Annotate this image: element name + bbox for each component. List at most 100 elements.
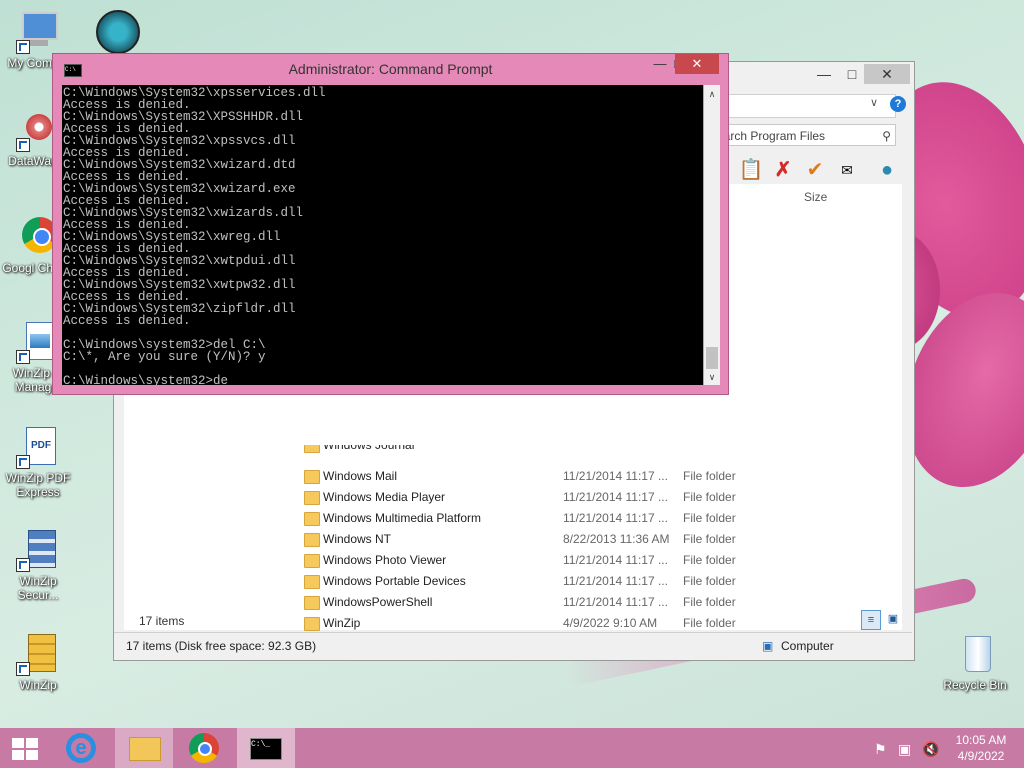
app-icon xyxy=(96,10,140,54)
cmd-vertical-scrollbar[interactable]: ∧ ∨ xyxy=(704,85,720,385)
flag-icon[interactable]: ⚑ xyxy=(874,741,887,758)
network-icon[interactable]: ▣ xyxy=(898,741,911,758)
shortcut-arrow-icon xyxy=(16,350,30,364)
desktop-icon-winzip-secure[interactable]: WinZip Secur... xyxy=(0,528,76,602)
row-date: 11/21/2014 11:17 ... xyxy=(563,574,668,588)
console-text: C:\Windows\System32\xpsservices.dll Acce… xyxy=(63,86,326,385)
taskbar: e C:\_ ⚑ ▣ 🔇 10:05 AM 4/9/2022 xyxy=(0,728,1024,768)
row-name: Windows Portable Devices xyxy=(323,574,466,588)
column-header-size[interactable]: Size xyxy=(804,190,827,204)
row-name: Windows Multimedia Platform xyxy=(323,511,482,525)
row-type: File folder xyxy=(683,553,736,567)
folder-icon xyxy=(304,554,320,568)
folder-icon xyxy=(304,533,320,547)
desktop-icon-label: WinZip Secur... xyxy=(17,574,59,602)
table-row[interactable]: Windows Media Player 11/21/2014 11:17 ..… xyxy=(304,487,894,508)
table-row[interactable]: Windows Multimedia Platform 11/21/2014 1… xyxy=(304,508,894,529)
table-row[interactable]: Windows Photo Viewer 11/21/2014 11:17 ..… xyxy=(304,550,894,571)
desktop-icon-winzip[interactable]: WinZip xyxy=(0,632,76,692)
recycle-bin-icon xyxy=(953,632,997,676)
console-output[interactable]: C:\Windows\System32\xpsservices.dll Acce… xyxy=(62,85,703,385)
cmd-title-text: Administrator: Command Prompt xyxy=(288,61,493,77)
desktop-icon-label: WinZip PDF Express xyxy=(5,471,71,499)
desktop-icon-label: WinZip xyxy=(19,678,57,692)
scroll-thumb[interactable] xyxy=(706,347,718,369)
search-icon: ⚲ xyxy=(882,129,891,143)
checkmark-icon[interactable]: ✔ xyxy=(802,158,828,182)
scroll-up-arrow-icon[interactable]: ∧ xyxy=(704,87,720,101)
status-bar: 17 items (Disk free space: 92.3 GB) ▣ Co… xyxy=(114,632,912,659)
row-type: File folder xyxy=(683,595,736,609)
details-view-button[interactable]: ≡ xyxy=(861,610,881,630)
cmd-titlebar[interactable]: Administrator: Command Prompt xyxy=(53,54,728,84)
search-input[interactable]: Search Program Files ⚲ xyxy=(704,124,896,146)
table-row[interactable]: Windows Journal xyxy=(304,445,894,456)
row-name: Windows NT xyxy=(323,532,392,546)
help-icon[interactable]: ? xyxy=(890,96,906,112)
row-date: 4/9/2022 9:10 AM xyxy=(563,616,658,630)
row-name: Windows Mail xyxy=(323,469,398,483)
rename-icon[interactable]: ✉ xyxy=(834,158,860,182)
cmd-close-button[interactable]: ✕ xyxy=(675,54,719,74)
table-row[interactable]: Windows Mail 11/21/2014 11:17 ... File f… xyxy=(304,466,894,487)
explorer-close-button[interactable]: ✕ xyxy=(864,64,910,84)
folder-icon xyxy=(304,617,320,631)
winzip-secure-icon xyxy=(16,528,60,572)
row-date: 11/21/2014 11:17 ... xyxy=(563,511,668,525)
clock-time: 10:05 AM xyxy=(955,733,1007,747)
paste-icon[interactable]: 📋 xyxy=(738,158,764,182)
row-date: 11/21/2014 11:17 ... xyxy=(563,595,668,609)
shortcut-arrow-icon xyxy=(16,558,30,572)
folder-icon xyxy=(304,575,320,589)
winzip-icon xyxy=(16,632,60,676)
taskbar-chrome[interactable] xyxy=(176,728,234,768)
large-icons-view-button[interactable]: ▣ xyxy=(885,611,901,627)
table-row[interactable]: Windows NT 8/22/2013 11:36 AM File folde… xyxy=(304,529,894,550)
shortcut-arrow-icon xyxy=(16,455,30,469)
row-name: Windows Media Player xyxy=(323,490,446,504)
items-count: 17 items xyxy=(139,614,185,628)
shortcut-arrow-icon xyxy=(16,40,30,54)
shortcut-arrow-icon xyxy=(16,662,30,676)
chevron-down-icon[interactable]: ∨ xyxy=(870,96,878,109)
row-name: Windows Journal xyxy=(323,445,415,452)
desktop-icon-recycle-bin[interactable]: Recycle Bin xyxy=(937,632,1013,692)
table-row[interactable]: WindowsPowerShell 11/21/2014 11:17 ... F… xyxy=(304,592,894,613)
explorer-maximize-button[interactable]: □ xyxy=(838,64,866,84)
row-type: File folder xyxy=(683,532,736,546)
delete-icon[interactable]: ✗ xyxy=(770,158,796,182)
row-date: 11/21/2014 11:17 ... xyxy=(563,490,668,504)
status-location: Computer xyxy=(781,639,834,653)
clock[interactable]: 10:05 AM 4/9/2022 xyxy=(948,732,1014,764)
shortcut-arrow-icon xyxy=(16,138,30,152)
explorer-minimize-button[interactable]: — xyxy=(810,64,838,84)
taskbar-command-prompt[interactable]: C:\_ xyxy=(237,728,295,768)
windows-logo-icon xyxy=(12,738,38,760)
row-type: File folder xyxy=(683,511,736,525)
desktop-icon-app-top[interactable] xyxy=(94,10,140,54)
taskbar-file-explorer[interactable] xyxy=(115,728,173,768)
row-name: WindowsPowerShell xyxy=(323,595,433,609)
row-type: File folder xyxy=(683,574,736,588)
folder-icon xyxy=(129,737,161,761)
globe-icon[interactable]: ● xyxy=(874,158,900,182)
internet-explorer-icon: e xyxy=(66,733,96,763)
chrome-center-icon xyxy=(198,742,212,756)
table-row[interactable]: WinZip 4/9/2022 9:10 AM File folder xyxy=(304,613,894,634)
computer-icon xyxy=(16,10,60,54)
cmd-minimize-button[interactable]: — xyxy=(647,54,673,74)
command-prompt-icon: C:\_ xyxy=(250,738,282,760)
folder-icon xyxy=(304,470,320,484)
command-prompt-window[interactable]: C:\ Administrator: Command Prompt — □ ✕ … xyxy=(52,53,729,395)
start-button[interactable] xyxy=(0,728,48,768)
folder-icon xyxy=(304,445,320,453)
table-row[interactable]: Windows Portable Devices 11/21/2014 11:1… xyxy=(304,571,894,592)
row-date: 11/21/2014 11:17 ... xyxy=(563,553,668,567)
desktop-icon-winzip-pdf[interactable]: PDF WinZip PDF Express xyxy=(0,425,76,499)
volume-muted-icon[interactable]: 🔇 xyxy=(922,741,939,758)
row-name: WinZip xyxy=(323,616,361,630)
computer-icon: ▣ xyxy=(762,639,774,653)
taskbar-internet-explorer[interactable]: e xyxy=(52,728,110,768)
scroll-down-arrow-icon[interactable]: ∨ xyxy=(704,370,720,384)
folder-icon xyxy=(304,512,320,526)
